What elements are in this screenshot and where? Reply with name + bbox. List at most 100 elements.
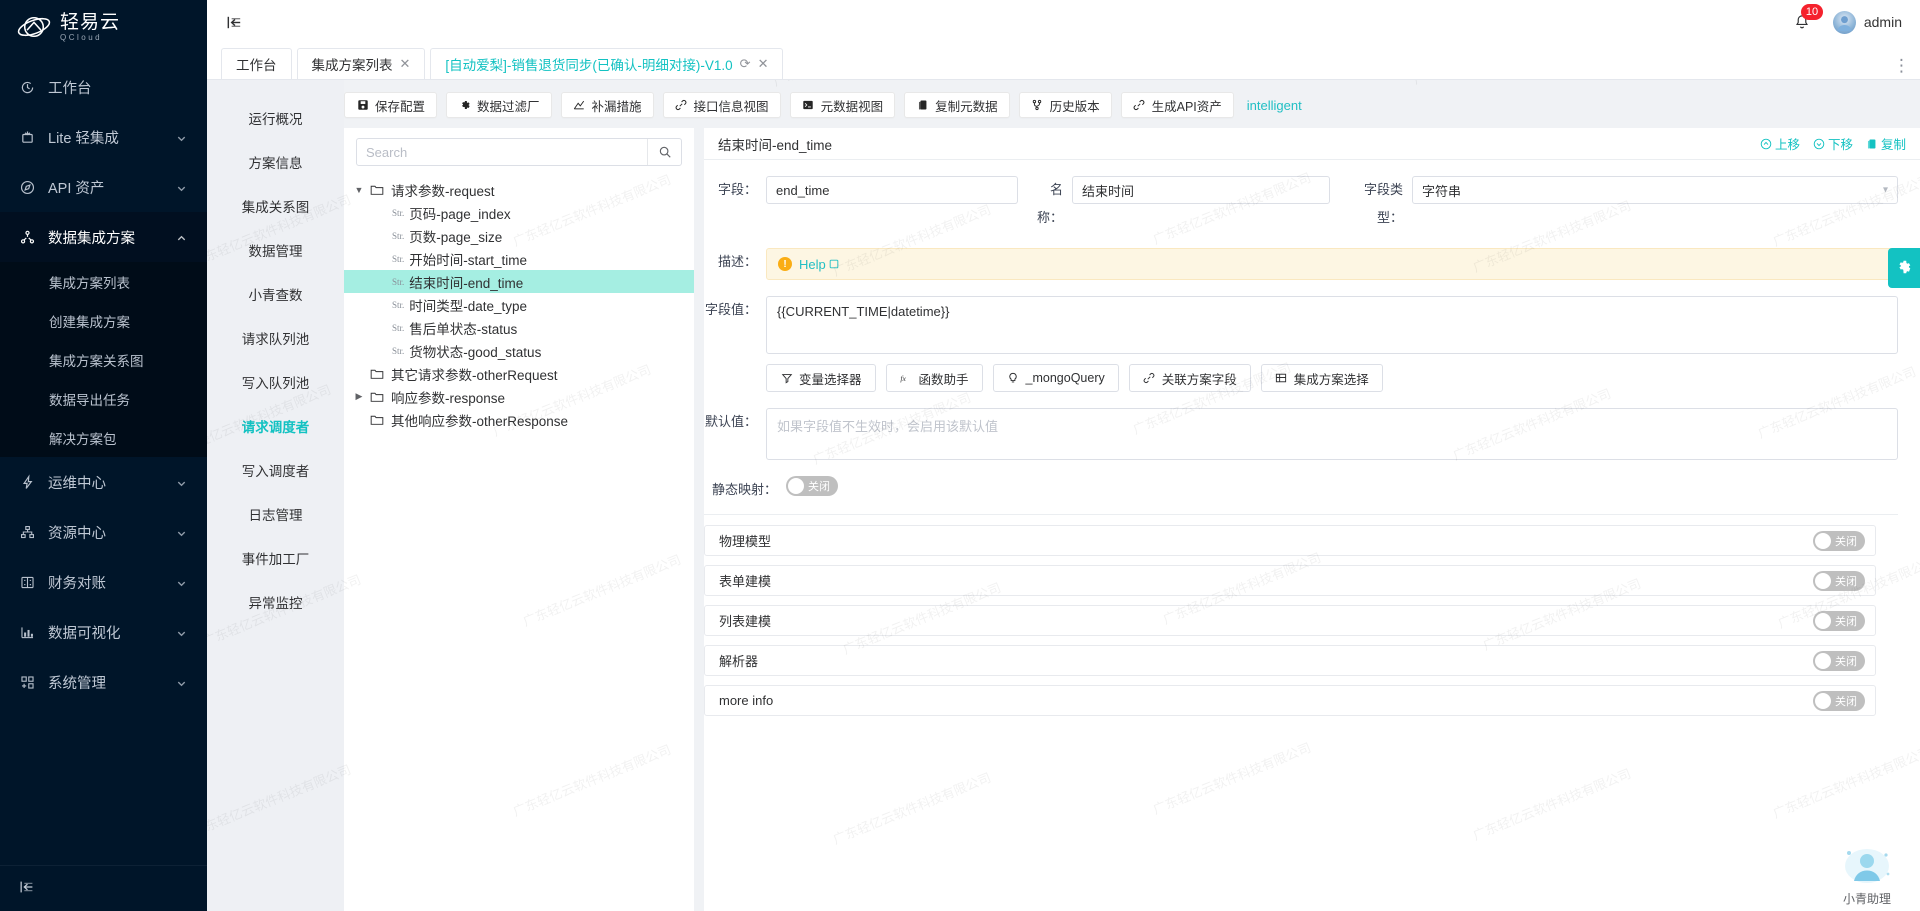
sidebar-item-ops-center[interactable]: 运维中心	[0, 457, 207, 507]
sidebar-item-lite[interactable]: Lite 轻集成	[0, 112, 207, 162]
field-type-select[interactable]: 字符串 ▾	[1412, 176, 1898, 204]
tree-node-other-response[interactable]: 其他响应参数-otherResponse	[344, 408, 694, 431]
subnav-item-scheme-info[interactable]: 方案信息	[207, 140, 344, 184]
search-box[interactable]	[356, 138, 682, 166]
tree-node-good-status[interactable]: Str. 货物状态-good_status	[344, 339, 694, 362]
subnav-item-exception-monitor[interactable]: 异常监控	[207, 580, 344, 624]
subnav-item-write-queue[interactable]: 写入队列池	[207, 360, 344, 404]
panel-form-modeling[interactable]: 表单建模 关闭	[704, 565, 1876, 596]
generate-api-asset-button[interactable]: 生成API资产	[1120, 92, 1234, 118]
integration-scheme-select-button[interactable]: 集成方案选择	[1260, 364, 1383, 392]
field-name-input[interactable]	[1072, 176, 1330, 204]
close-icon[interactable]: ✕	[400, 56, 411, 72]
chevron-up-icon	[176, 232, 187, 243]
caret-right-icon[interactable]: ▶	[350, 391, 368, 402]
subnav-item-overview[interactable]: 运行概况	[207, 96, 344, 140]
sidebar-item-workbench[interactable]: 工作台	[0, 62, 207, 112]
subnav-item-relation-graph[interactable]: 集成关系图	[207, 184, 344, 228]
sidebar-item-visualization[interactable]: 数据可视化	[0, 607, 207, 657]
search-input[interactable]	[357, 139, 647, 165]
assistant-widget[interactable]: 小青助理	[1822, 843, 1912, 907]
subnav-label: 请求队列池	[241, 332, 310, 347]
tab-workbench[interactable]: 工作台	[221, 48, 292, 79]
sidebar-item-solution-package[interactable]: 解决方案包	[0, 418, 207, 457]
interface-info-view-button[interactable]: 接口信息视图	[662, 92, 781, 118]
menu-collapse-icon[interactable]	[221, 9, 247, 35]
tree-node-end-time[interactable]: Str. 结束时间-end_time	[344, 270, 694, 293]
sidebar-item-api-assets[interactable]: API 资产	[0, 162, 207, 212]
history-version-button[interactable]: 历史版本	[1018, 92, 1112, 118]
list-modeling-toggle[interactable]: 关闭	[1813, 610, 1865, 631]
panel-list-modeling[interactable]: 列表建模 关闭	[704, 605, 1876, 636]
sidebar-item-data-integration[interactable]: 数据集成方案	[0, 212, 207, 262]
button-label: 函数助手	[918, 372, 969, 387]
more-vertical-icon[interactable]: ⋮	[1893, 57, 1910, 74]
tab-current-scheme[interactable]: [自动爱梨]-销售退货同步(已确认-明细对接)-V1.0 ⟳ ✕	[430, 48, 784, 79]
sidebar-item-scheme-list[interactable]: 集成方案列表	[0, 262, 207, 301]
copy-field-button[interactable]: 复制	[1866, 134, 1906, 153]
copy-metadata-button[interactable]: 复制元数据	[904, 92, 1010, 118]
field-value-text[interactable]: {{CURRENT_TIME|datetime}}	[767, 297, 1897, 353]
sidebar-item-system-admin[interactable]: 系统管理	[0, 657, 207, 707]
panel-more-info[interactable]: more info 关闭	[704, 685, 1876, 716]
close-icon[interactable]: ✕	[758, 56, 769, 72]
tab-scheme-list[interactable]: 集成方案列表 ✕	[296, 48, 426, 79]
default-value-input[interactable]: 如果字段值不生效时，会启用该默认值	[766, 408, 1898, 460]
tree-node-other-request[interactable]: 其它请求参数-otherRequest	[344, 362, 694, 385]
metadata-view-button[interactable]: 元数据视图	[789, 92, 896, 118]
tree-node-label: 响应参数-response	[391, 390, 506, 406]
parser-toggle[interactable]: 关闭	[1813, 650, 1865, 671]
panel-physical-model[interactable]: 物理模型 关闭	[704, 525, 1876, 556]
settings-gear-tab[interactable]	[1888, 248, 1920, 288]
move-up-button[interactable]: 上移	[1760, 134, 1800, 153]
function-helper-button[interactable]: fx 函数助手	[885, 364, 983, 392]
refresh-icon[interactable]: ⟳	[740, 56, 751, 72]
static-mapping-toggle[interactable]: 关闭	[786, 476, 838, 496]
more-info-toggle[interactable]: 关闭	[1813, 690, 1865, 711]
subnav-item-request-scheduler[interactable]: 请求调度者	[207, 404, 344, 448]
sidebar-item-finance[interactable]: 财务对账	[0, 557, 207, 607]
subnav-item-xiaoqing-query[interactable]: 小青查数	[207, 272, 344, 316]
sidebar-item-resource-center[interactable]: 资源中心	[0, 507, 207, 557]
tree-node-request[interactable]: ▼ 请求参数-request	[344, 178, 694, 201]
related-scheme-field-button[interactable]: 关联方案字段	[1128, 364, 1251, 392]
tree-node-page-index[interactable]: Str. 页码-page_index	[344, 201, 694, 224]
tree-node-date-type[interactable]: Str. 时间类型-date_type	[344, 293, 694, 316]
tab-label: 工作台	[236, 58, 277, 73]
tree-node-response[interactable]: ▶ 响应参数-response	[344, 385, 694, 408]
tree-node-page-size[interactable]: Str. 页数-page_size	[344, 224, 694, 247]
save-config-button[interactable]: 保存配置	[344, 92, 438, 118]
sidebar-collapse-footer[interactable]	[0, 865, 207, 911]
tree-node-status[interactable]: Str. 售后单状态-status	[344, 316, 694, 339]
field-detail-pane: 结束时间-end_time 上移 下移 复制 字段： end_time 名称： …	[704, 128, 1920, 911]
intelligent-link[interactable]: intelligent	[1247, 98, 1302, 113]
data-filter-factory-button[interactable]: 数据过滤厂	[446, 92, 552, 118]
form-modeling-toggle[interactable]: 关闭	[1813, 570, 1865, 591]
tree-node-start-time[interactable]: Str. 开始时间-start_time	[344, 247, 694, 270]
physical-model-toggle[interactable]: 关闭	[1813, 530, 1865, 551]
notifications-button[interactable]: 10	[1787, 4, 1824, 37]
app-logo[interactable]: 轻易云 QCloud	[0, 0, 207, 54]
patch-measures-button[interactable]: 补漏措施	[560, 92, 654, 118]
nodes-icon	[18, 228, 37, 247]
subnav-item-log-management[interactable]: 日志管理	[207, 492, 344, 536]
sidebar-item-create-scheme[interactable]: 创建集成方案	[0, 301, 207, 340]
field-code-input[interactable]	[766, 176, 1018, 204]
caret-down-icon[interactable]: ▼	[350, 185, 368, 195]
subnav-item-request-queue[interactable]: 请求队列池	[207, 316, 344, 360]
sidebar-item-scheme-graph[interactable]: 集成方案关系图	[0, 340, 207, 379]
sidebar-item-export-task[interactable]: 数据导出任务	[0, 379, 207, 418]
mongo-query-button[interactable]: _mongoQuery	[992, 364, 1119, 392]
section-divider	[704, 514, 1898, 515]
subnav-item-event-factory[interactable]: 事件加工厂	[207, 536, 344, 580]
help-link[interactable]: Help	[799, 257, 839, 272]
move-down-button[interactable]: 下移	[1813, 134, 1853, 153]
user-menu[interactable]: admin	[1832, 10, 1902, 34]
search-icon[interactable]	[647, 139, 681, 165]
variable-selector-button[interactable]: 变量选择器	[766, 364, 876, 392]
panel-parser[interactable]: 解析器 关闭	[704, 645, 1876, 676]
subnav-item-write-scheduler[interactable]: 写入调度者	[207, 448, 344, 492]
collapse-sidebar-icon[interactable]	[18, 878, 36, 899]
subnav-item-data-management[interactable]: 数据管理	[207, 228, 344, 272]
field-value-editor[interactable]: {{CURRENT_TIME|datetime}}	[766, 296, 1898, 354]
